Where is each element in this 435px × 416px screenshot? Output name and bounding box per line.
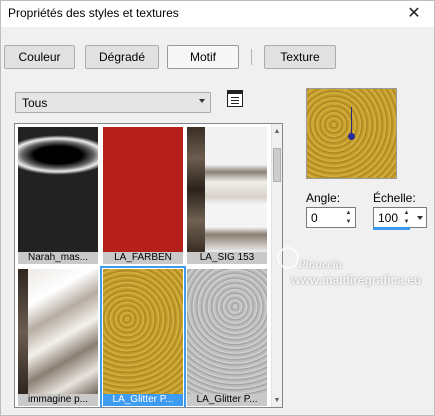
scale-slider-indicator[interactable] [373, 227, 410, 230]
category-select-value: Tous [22, 95, 48, 110]
tab-separator [251, 49, 252, 65]
watermark-site: www.maidiregrafica.eu [291, 273, 422, 287]
scroll-up-icon[interactable]: ▲ [273, 126, 281, 136]
pattern-label: LA_Glitter P... [103, 394, 183, 406]
pattern-preview-image [103, 127, 183, 252]
angle-needle [351, 107, 352, 136]
styles-textures-dialog: Propriétés des styles et textures ✕ Coul… [0, 0, 435, 416]
scale-spinbox[interactable]: 100 ▲ ▼ [373, 207, 427, 228]
chevron-down-icon [199, 99, 205, 103]
angle-value: 0 [311, 210, 318, 225]
angle-spin-buttons: ▲ ▼ [343, 209, 354, 226]
tab-texture[interactable]: Texture [264, 45, 336, 69]
angle-spinbox[interactable]: 0 ▲ ▼ [306, 207, 356, 228]
pattern-gallery: Narah_mas... LA_FARBEN LA_SIG 153 immagi… [14, 123, 283, 408]
pattern-thumb[interactable]: Narah_mas... [18, 127, 98, 264]
angle-handle[interactable] [348, 133, 355, 140]
spin-down-icon[interactable]: ▼ [401, 218, 412, 227]
scale-spin-buttons: ▲ ▼ [401, 209, 412, 226]
pattern-preview-image [187, 269, 267, 394]
scale-value: 100 [378, 210, 399, 225]
watermark: Pinuccia www.maidiregrafica.eu [277, 247, 435, 311]
title-bar: Propriétés des styles et textures ✕ [1, 1, 434, 27]
gallery-scrollbar[interactable]: ▲ ▼ [271, 124, 282, 407]
scrollbar-thumb[interactable] [273, 148, 281, 182]
spin-down-icon[interactable]: ▼ [343, 218, 354, 227]
scroll-down-icon[interactable]: ▼ [273, 395, 281, 405]
tab-degrade[interactable]: Dégradé [85, 45, 159, 69]
pattern-label: LA_Glitter P... [187, 394, 267, 406]
pattern-label: LA_FARBEN [103, 252, 183, 264]
pattern-preview-image [187, 127, 267, 252]
pattern-preview-image [18, 269, 98, 394]
pattern-label: Narah_mas... [18, 252, 98, 264]
tab-bar: Couleur Dégradé Motif Texture [1, 27, 434, 77]
pattern-label: immagine p... [18, 394, 98, 406]
tab-motif[interactable]: Motif [167, 45, 239, 69]
pattern-thumb[interactable]: LA_SIG 153 [187, 127, 267, 264]
window-title: Propriétés des styles et textures [8, 6, 179, 20]
watermark-name: Pinuccia [298, 257, 342, 271]
pattern-thumb-selected[interactable]: LA_Glitter P... [100, 266, 186, 407]
scale-dropdown-button[interactable] [413, 207, 427, 228]
pattern-thumb[interactable]: immagine p... [18, 269, 98, 406]
pattern-label: LA_SIG 153 [187, 252, 267, 264]
close-icon[interactable]: ✕ [404, 3, 424, 23]
pattern-preview[interactable] [306, 88, 397, 179]
tab-couleur[interactable]: Couleur [4, 45, 75, 69]
view-options-icon[interactable] [227, 90, 243, 107]
pattern-preview-image [18, 127, 98, 252]
pattern-thumb[interactable]: LA_FARBEN [103, 127, 183, 264]
spin-up-icon[interactable]: ▲ [401, 209, 412, 218]
spin-up-icon[interactable]: ▲ [343, 209, 354, 218]
pattern-preview-image [103, 269, 183, 394]
scale-label: Échelle: [373, 191, 416, 205]
angle-label: Angle: [306, 191, 341, 205]
category-select[interactable]: Tous [15, 92, 211, 113]
pattern-thumb[interactable]: LA_Glitter P... [187, 269, 267, 406]
